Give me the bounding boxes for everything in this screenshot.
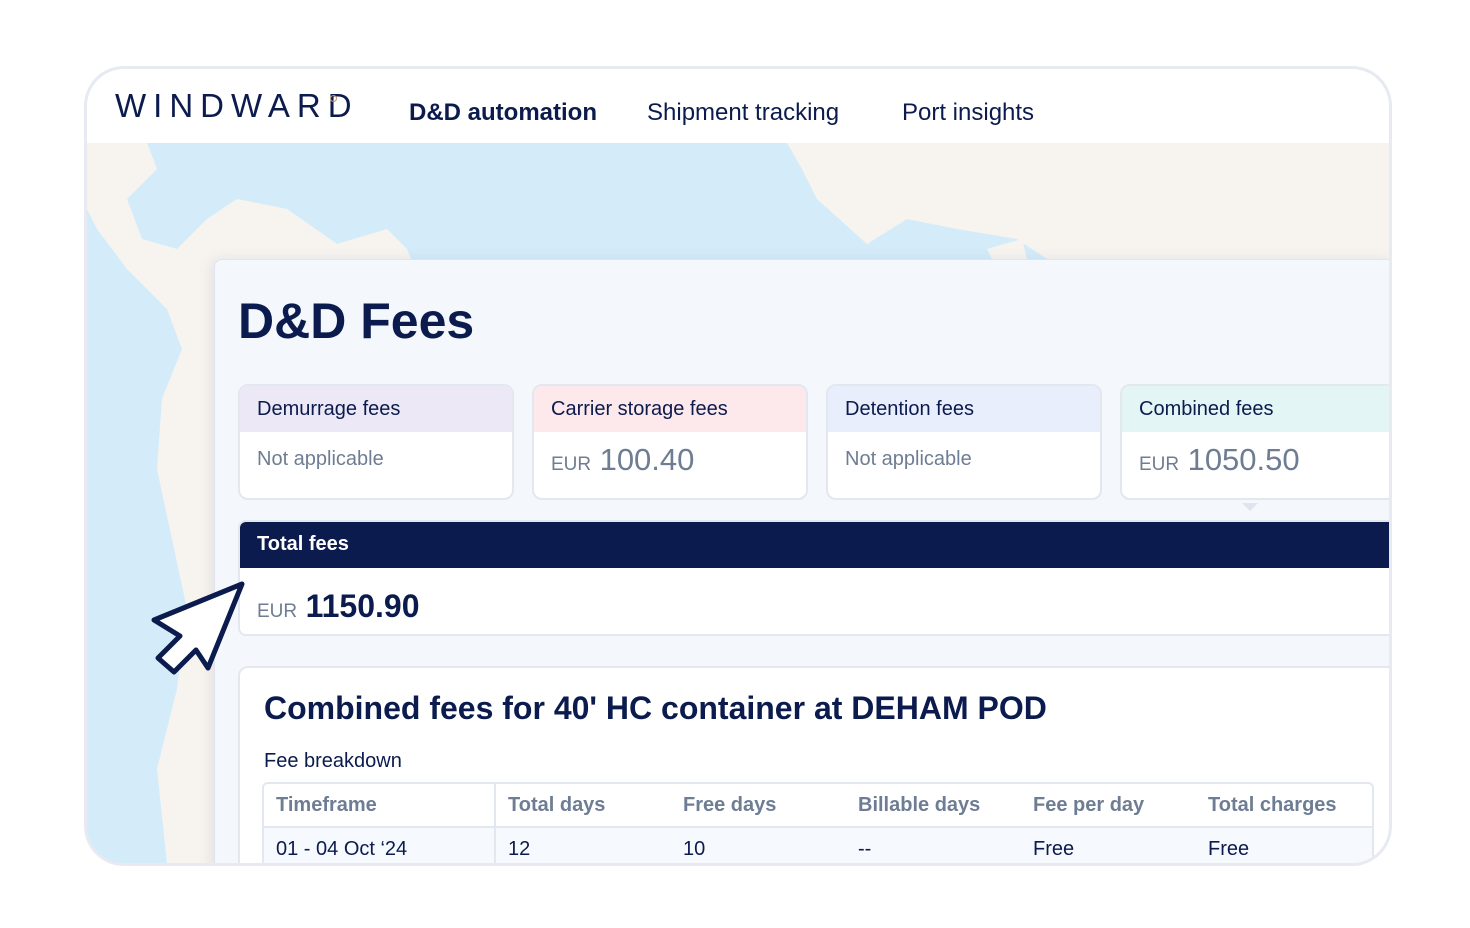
card-header: Demurrage fees (240, 386, 512, 432)
table-cell: 10 (671, 828, 846, 863)
table-cell: Free (1021, 828, 1196, 863)
breakdown-subtitle: Fee breakdown (264, 750, 402, 772)
total-fees-card: Total fees EUR 1150.90 (238, 520, 1389, 636)
top-navigation: WINDWARD D&D automation Shipment trackin… (87, 69, 1389, 143)
fee-amount: 100.40 (599, 442, 695, 477)
fee-breakdown-section: Combined fees for 40' HC container at DE… (238, 666, 1389, 863)
nav-shipment-tracking[interactable]: Shipment tracking (647, 99, 839, 127)
column-header: Fee per day (1021, 784, 1196, 828)
currency-label: EUR (1139, 454, 1180, 475)
table-header-row: Timeframe Total days Free days Billable … (264, 784, 1372, 828)
column-header: Timeframe (264, 784, 496, 828)
card-header: Detention fees (828, 386, 1100, 432)
card-value-text: Not applicable (845, 448, 972, 470)
card-header: Combined fees (1122, 386, 1389, 432)
demurrage-fees-card[interactable]: Demurrage fees Not applicable (238, 384, 514, 500)
app-window: WINDWARD D&D automation Shipment trackin… (84, 66, 1392, 866)
card-header: Carrier storage fees (534, 386, 806, 432)
table-row[interactable]: 01 - 04 Oct ‘24 12 10 -- Free Free (264, 828, 1372, 863)
logo-dot-icon (330, 95, 337, 102)
selected-card-pointer-icon (1242, 503, 1258, 511)
column-header: Total charges (1196, 784, 1372, 828)
currency-label: EUR (551, 454, 592, 475)
column-header: Billable days (846, 784, 1021, 828)
card-value: EUR 1050.50 (1139, 442, 1300, 478)
total-amount: 1150.90 (305, 588, 420, 624)
windward-logo: WINDWARD (115, 87, 359, 124)
carrier-storage-fees-card[interactable]: Carrier storage fees EUR 100.40 (532, 384, 808, 500)
combined-fees-card[interactable]: Combined fees EUR 1050.50 (1120, 384, 1389, 500)
table-cell: 01 - 04 Oct ‘24 (264, 828, 496, 863)
column-header: Free days (671, 784, 846, 828)
table-cell: 12 (496, 828, 671, 863)
total-fees-value: EUR 1150.90 (257, 588, 419, 625)
dd-fees-panel: D&D Fees Demurrage fees Not applicable C… (214, 259, 1389, 863)
nav-dd-automation[interactable]: D&D automation (409, 99, 597, 127)
card-value: EUR 100.40 (551, 442, 694, 478)
detention-fees-card[interactable]: Detention fees Not applicable (826, 384, 1102, 500)
total-fees-header: Total fees (240, 522, 1389, 568)
page-title: D&D Fees (238, 293, 475, 349)
fee-amount: 1050.50 (1187, 442, 1300, 477)
card-value: Not applicable (257, 448, 384, 471)
table-cell: -- (846, 828, 1021, 863)
card-value: Not applicable (845, 448, 972, 471)
table-cell: Free (1196, 828, 1372, 863)
fee-breakdown-table: Timeframe Total days Free days Billable … (262, 782, 1374, 863)
breakdown-title: Combined fees for 40' HC container at DE… (264, 690, 1047, 726)
mouse-pointer-icon (151, 581, 245, 675)
currency-label: EUR (257, 601, 298, 622)
card-value-text: Not applicable (257, 448, 384, 470)
nav-port-insights[interactable]: Port insights (902, 99, 1034, 127)
column-header: Total days (496, 784, 671, 828)
